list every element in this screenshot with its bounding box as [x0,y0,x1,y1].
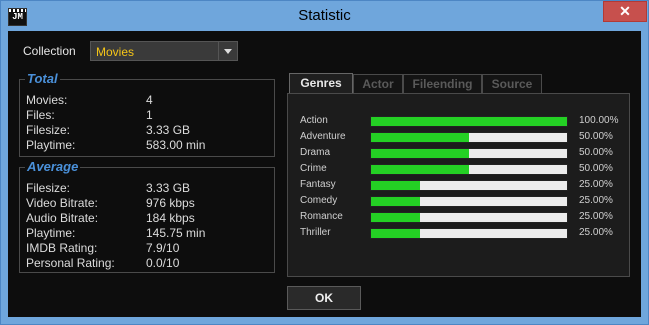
total-title: Total [25,71,60,86]
genre-percent: 25.00% [579,179,613,190]
genre-bar [370,116,568,127]
genre-label: Thriller [300,227,331,238]
total-files-label: Files: [26,108,55,122]
collection-value: Movies [96,45,135,59]
genre-percent: 50.00% [579,163,613,174]
genre-percent: 25.00% [579,195,613,206]
total-files-value: 1 [146,108,153,122]
avg-personal-rating-label: Personal Rating: [26,256,115,270]
average-group: Average Filesize: 3.33 GB Video Bitrate:… [19,159,275,273]
genres-panel: Action 100.00% Adventure 50.00% Drama 50.00% C… [287,93,630,277]
genre-label: Romance [300,211,343,222]
avg-personal-rating-value: 0.0/10 [146,256,180,270]
avg-imdb-rating-label: IMDB Rating: [26,241,98,255]
genre-percent: 100.00% [579,115,619,126]
genre-bar-fill [371,149,469,158]
genre-bar-fill [371,181,420,190]
close-button[interactable]: ✕ [603,1,647,22]
tab-fileending[interactable]: Fileending [403,74,482,94]
genre-label: Adventure [300,131,346,142]
average-title: Average [25,159,81,174]
genre-label: Drama [300,147,331,158]
genre-percent: 50.00% [579,131,613,142]
chevron-down-icon[interactable] [218,42,237,60]
statistic-window: JM Statistic ✕ Collection Movies Total M… [0,0,649,325]
genre-percent: 25.00% [579,211,613,222]
genre-bar [370,148,568,159]
avg-filesize-value: 3.33 GB [146,181,191,195]
tab-source[interactable]: Source [482,74,542,94]
genre-bar-fill [371,197,420,206]
avg-video-bitrate-label: Video Bitrate: [26,196,98,210]
total-playtime-label: Playtime: [26,138,76,152]
genre-bar-fill [371,165,469,174]
avg-filesize-label: Filesize: [26,181,71,195]
genre-bar-fill [371,133,469,142]
dialog-content: Collection Movies Total Movies: 4 Files:… [8,31,641,317]
tab-actor[interactable]: Actor [353,74,403,94]
genre-percent: 50.00% [579,147,613,158]
total-movies-value: 4 [146,93,153,107]
total-playtime-value: 583.00 min [146,138,206,152]
genre-bar-fill [371,213,420,222]
collection-label: Collection [23,44,76,58]
total-movies-label: Movies: [26,93,68,107]
avg-audio-bitrate-label: Audio Bitrate: [26,211,99,225]
avg-video-bitrate-value: 976 kbps [146,196,195,210]
genre-bar [370,132,568,143]
genre-bar-fill [371,117,567,126]
genre-bar [370,164,568,175]
genre-percent: 25.00% [579,227,613,238]
avg-audio-bitrate-value: 184 kbps [146,211,195,225]
genre-label: Fantasy [300,179,336,190]
genre-bar [370,196,568,207]
window-title: Statistic [298,7,351,24]
genre-bar-fill [371,229,420,238]
genre-bar [370,212,568,223]
tab-genres[interactable]: Genres [289,73,353,94]
total-filesize-value: 3.33 GB [146,123,191,137]
avg-playtime-label: Playtime: [26,226,76,240]
genre-bar [370,180,568,191]
titlebar[interactable]: JM Statistic ✕ [1,1,648,31]
collection-dropdown[interactable]: Movies [90,41,238,61]
genre-label: Action [300,115,328,126]
total-filesize-label: Filesize: [26,123,71,137]
genre-label: Crime [300,163,327,174]
genre-label: Comedy [300,195,338,206]
avg-playtime-value: 145.75 min [146,226,206,240]
avg-imdb-rating-value: 7.9/10 [146,241,180,255]
ok-button[interactable]: OK [287,286,361,310]
total-group: Total Movies: 4 Files: 1 Filesize: 3.33 … [19,71,275,157]
genre-bar [370,228,568,239]
